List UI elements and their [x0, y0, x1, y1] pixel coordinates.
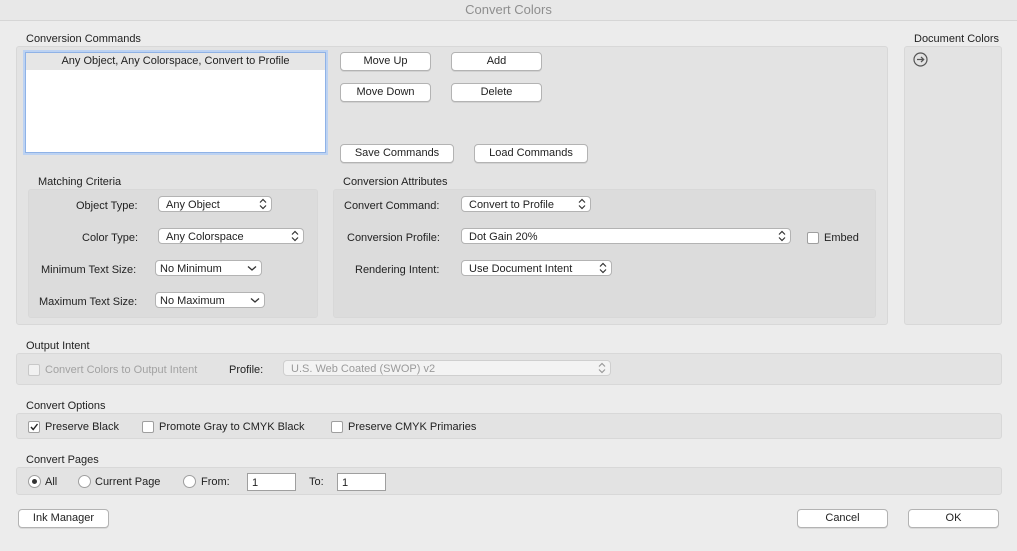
updown-icon — [259, 198, 267, 210]
object-type-value: Any Object — [166, 199, 220, 211]
preserve-cmyk-label: Preserve CMYK Primaries — [348, 421, 477, 433]
move-up-button[interactable]: Move Up — [340, 52, 431, 71]
conversion-commands-heading: Conversion Commands — [26, 33, 141, 45]
max-text-size-value: No Maximum — [160, 295, 225, 307]
move-down-button[interactable]: Move Down — [340, 83, 431, 102]
conversion-commands-list[interactable]: Any Object, Any Colorspace, Convert to P… — [25, 52, 326, 153]
embed-label: Embed — [824, 232, 859, 244]
convert-to-output-intent-checkbox[interactable] — [28, 364, 40, 376]
output-profile-label: Profile: — [229, 364, 264, 376]
preserve-cmyk-checkbox[interactable] — [331, 421, 343, 433]
radio-selected-dot — [32, 479, 37, 484]
save-commands-button[interactable]: Save Commands — [340, 144, 454, 163]
page-range-radio[interactable] — [183, 475, 196, 488]
conversion-command-item[interactable]: Any Object, Any Colorspace, Convert to P… — [26, 53, 325, 70]
delete-button[interactable]: Delete — [451, 83, 542, 102]
max-text-size-select[interactable]: No Maximum — [155, 292, 265, 308]
current-page-label: Current Page — [95, 476, 161, 488]
min-text-size-select[interactable]: No Minimum — [155, 260, 262, 276]
current-page-radio[interactable] — [78, 475, 91, 488]
cancel-button[interactable]: Cancel — [797, 509, 888, 528]
color-type-select[interactable]: Any Colorspace — [158, 228, 304, 244]
promote-gray-label: Promote Gray to CMYK Black — [159, 421, 305, 433]
convert-options-heading: Convert Options — [26, 400, 106, 412]
output-profile-select[interactable]: U.S. Web Coated (SWOP) v2 — [283, 360, 611, 376]
matching-criteria-heading: Matching Criteria — [38, 176, 122, 188]
promote-gray-checkbox[interactable] — [142, 421, 154, 433]
add-button[interactable]: Add — [451, 52, 542, 71]
load-commands-button[interactable]: Load Commands — [474, 144, 588, 163]
rendering-intent-label: Rendering Intent: — [355, 264, 440, 276]
convert-command-value: Convert to Profile — [469, 199, 554, 211]
all-pages-label: All — [45, 476, 58, 488]
max-text-size-label: Maximum Text Size: — [39, 296, 138, 308]
updown-icon — [291, 230, 299, 242]
convert-pages-panel — [16, 467, 1002, 495]
updown-icon — [598, 362, 606, 374]
conversion-attributes-heading: Conversion Attributes — [343, 176, 448, 188]
color-type-label: Color Type: — [82, 232, 139, 244]
ink-manager-button[interactable]: Ink Manager — [18, 509, 109, 528]
object-type-select[interactable]: Any Object — [158, 196, 272, 212]
chevron-down-icon — [250, 298, 260, 303]
output-profile-value: U.S. Web Coated (SWOP) v2 — [291, 363, 436, 375]
updown-icon — [578, 198, 586, 210]
from-page-input[interactable]: 1 — [247, 473, 296, 491]
min-text-size-value: No Minimum — [160, 263, 222, 275]
embed-checkbox[interactable] — [807, 232, 819, 244]
arrow-right-circle-icon[interactable] — [913, 52, 928, 67]
chevron-down-icon — [247, 266, 257, 271]
color-type-value: Any Colorspace — [166, 231, 244, 243]
output-intent-heading: Output Intent — [26, 340, 90, 352]
rendering-intent-value: Use Document Intent — [469, 263, 573, 275]
convert-pages-heading: Convert Pages — [26, 454, 99, 466]
to-page-input[interactable]: 1 — [337, 473, 386, 491]
ok-button[interactable]: OK — [908, 509, 999, 528]
convert-command-label: Convert Command: — [344, 200, 440, 212]
document-colors-panel — [904, 46, 1002, 325]
window-title: Convert Colors — [0, 0, 1017, 21]
min-text-size-label: Minimum Text Size: — [41, 264, 137, 276]
conversion-profile-select[interactable]: Dot Gain 20% — [461, 228, 791, 244]
checkmark-icon — [30, 423, 39, 431]
updown-icon — [599, 262, 607, 274]
from-label: From: — [201, 476, 230, 488]
conversion-profile-value: Dot Gain 20% — [469, 231, 538, 243]
conversion-profile-label: Conversion Profile: — [347, 232, 440, 244]
updown-icon — [778, 230, 786, 242]
rendering-intent-select[interactable]: Use Document Intent — [461, 260, 612, 276]
preserve-black-label: Preserve Black — [45, 421, 119, 433]
convert-to-output-intent-label: Convert Colors to Output Intent — [45, 364, 198, 376]
convert-command-select[interactable]: Convert to Profile — [461, 196, 591, 212]
all-pages-radio[interactable] — [28, 475, 41, 488]
preserve-black-checkbox[interactable] — [28, 421, 40, 433]
document-colors-heading: Document Colors — [914, 33, 999, 45]
object-type-label: Object Type: — [76, 200, 138, 212]
to-label: To: — [309, 476, 324, 488]
